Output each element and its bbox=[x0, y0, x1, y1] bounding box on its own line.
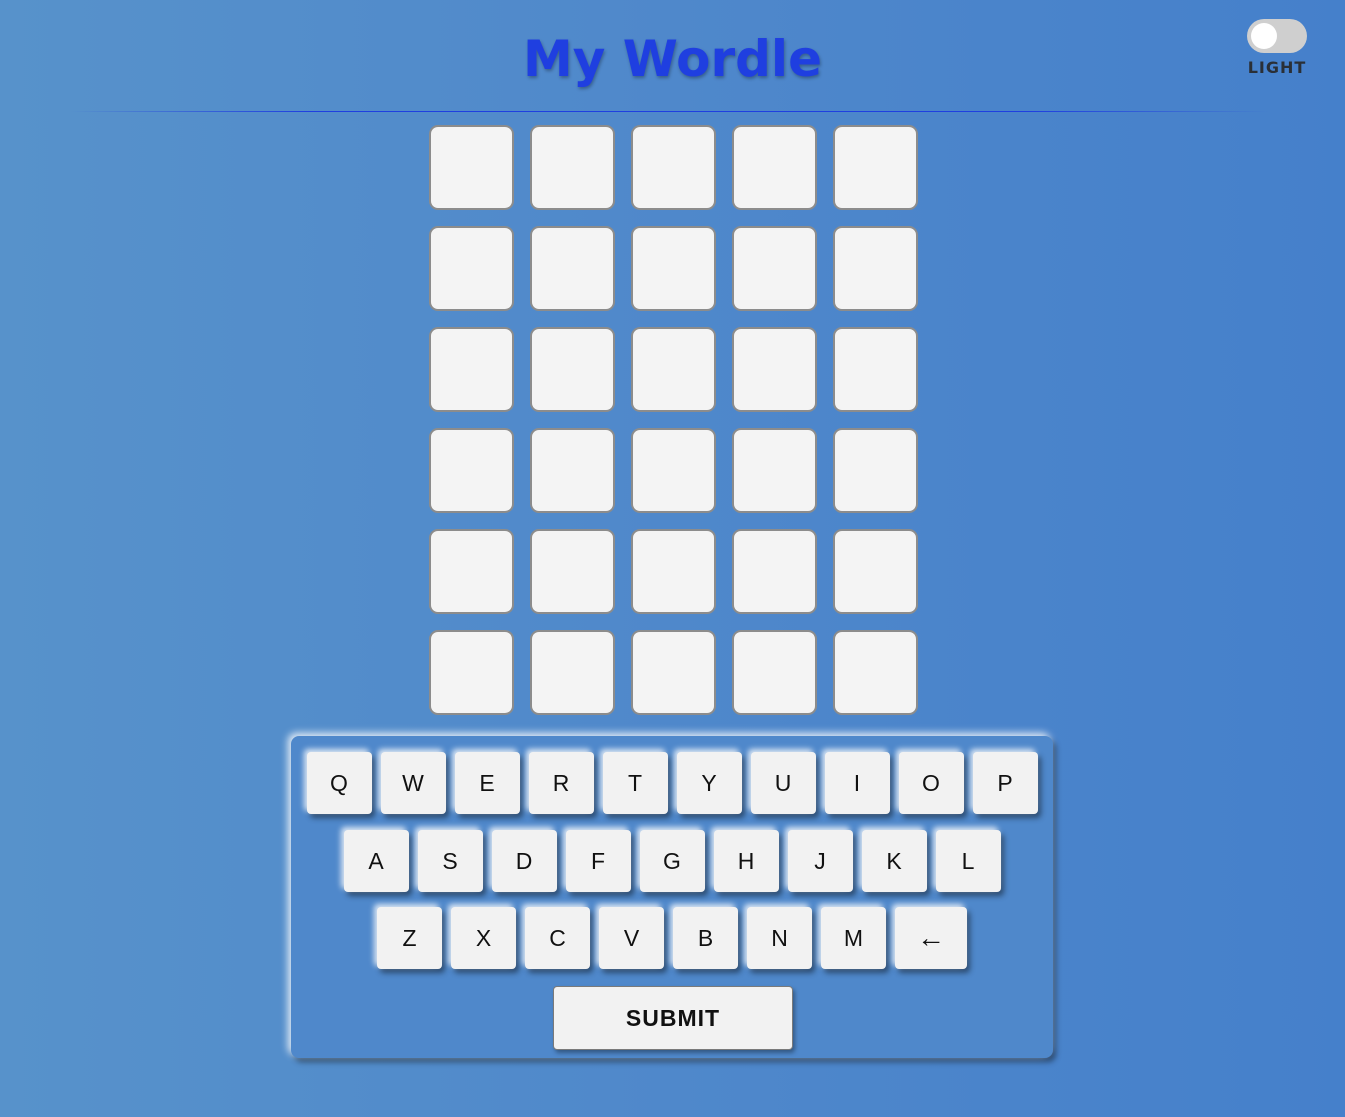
letter-tile bbox=[833, 327, 918, 412]
key-d[interactable]: D bbox=[491, 830, 557, 892]
letter-tile bbox=[429, 630, 514, 715]
letter-tile bbox=[530, 630, 615, 715]
letter-tile bbox=[631, 327, 716, 412]
keyboard-row-3: Z X C V B N M ← bbox=[291, 907, 1053, 969]
key-y[interactable]: Y bbox=[676, 752, 742, 814]
page-title: My Wordle bbox=[523, 30, 822, 88]
keyboard-row-1: QWERTYUIOP bbox=[291, 752, 1053, 814]
letter-tile bbox=[530, 327, 615, 412]
key-s[interactable]: S bbox=[417, 830, 483, 892]
letter-tile bbox=[429, 125, 514, 210]
letter-tile bbox=[429, 226, 514, 311]
keyboard-row-2: ASDFGHJKL bbox=[291, 830, 1053, 892]
key-j[interactable]: J bbox=[787, 830, 853, 892]
theme-label: LIGHT bbox=[1247, 58, 1307, 77]
key-r[interactable]: R bbox=[528, 752, 594, 814]
letter-tile bbox=[530, 529, 615, 614]
letter-tile bbox=[732, 428, 817, 513]
letter-tile bbox=[833, 125, 918, 210]
letter-tile bbox=[429, 327, 514, 412]
key-l[interactable]: L bbox=[935, 830, 1001, 892]
letter-tile bbox=[631, 428, 716, 513]
key-h[interactable]: H bbox=[713, 830, 779, 892]
submit-button[interactable]: SUBMIT bbox=[553, 986, 793, 1050]
letter-tile bbox=[732, 529, 817, 614]
letter-tile bbox=[631, 630, 716, 715]
letter-tile bbox=[530, 428, 615, 513]
backspace-key[interactable]: ← bbox=[895, 907, 967, 969]
on-screen-keyboard: QWERTYUIOP ASDFGHJKL Z X C V B N M ← SUBMIT bbox=[291, 736, 1053, 1058]
letter-tile bbox=[732, 327, 817, 412]
letter-tile bbox=[833, 630, 918, 715]
key-t[interactable]: T bbox=[602, 752, 668, 814]
key-k[interactable]: K bbox=[861, 830, 927, 892]
letter-tile bbox=[732, 226, 817, 311]
key-c[interactable]: C bbox=[525, 907, 590, 969]
key-e[interactable]: E bbox=[454, 752, 520, 814]
theme-toggle[interactable] bbox=[1247, 19, 1307, 53]
key-o[interactable]: O bbox=[898, 752, 964, 814]
key-u[interactable]: U bbox=[750, 752, 816, 814]
letter-tile bbox=[631, 226, 716, 311]
toggle-knob bbox=[1251, 23, 1277, 49]
letter-tile bbox=[833, 529, 918, 614]
key-p[interactable]: P bbox=[972, 752, 1038, 814]
letter-tile bbox=[429, 529, 514, 614]
letter-tile bbox=[631, 125, 716, 210]
letter-tile bbox=[631, 529, 716, 614]
key-i[interactable]: I bbox=[824, 752, 890, 814]
letter-tile bbox=[530, 226, 615, 311]
key-w[interactable]: W bbox=[380, 752, 446, 814]
key-q[interactable]: Q bbox=[306, 752, 372, 814]
letter-tile bbox=[732, 630, 817, 715]
key-z[interactable]: Z bbox=[377, 907, 442, 969]
key-v[interactable]: V bbox=[599, 907, 664, 969]
key-f[interactable]: F bbox=[565, 830, 631, 892]
letter-tile bbox=[732, 125, 817, 210]
letter-tile bbox=[429, 428, 514, 513]
key-n[interactable]: N bbox=[747, 907, 812, 969]
letter-tile bbox=[530, 125, 615, 210]
header-divider bbox=[70, 111, 1270, 112]
key-a[interactable]: A bbox=[343, 830, 409, 892]
letter-tile bbox=[833, 428, 918, 513]
game-board bbox=[429, 125, 918, 715]
key-x[interactable]: X bbox=[451, 907, 516, 969]
key-b[interactable]: B bbox=[673, 907, 738, 969]
letter-tile bbox=[833, 226, 918, 311]
key-m[interactable]: M bbox=[821, 907, 886, 969]
key-g[interactable]: G bbox=[639, 830, 705, 892]
